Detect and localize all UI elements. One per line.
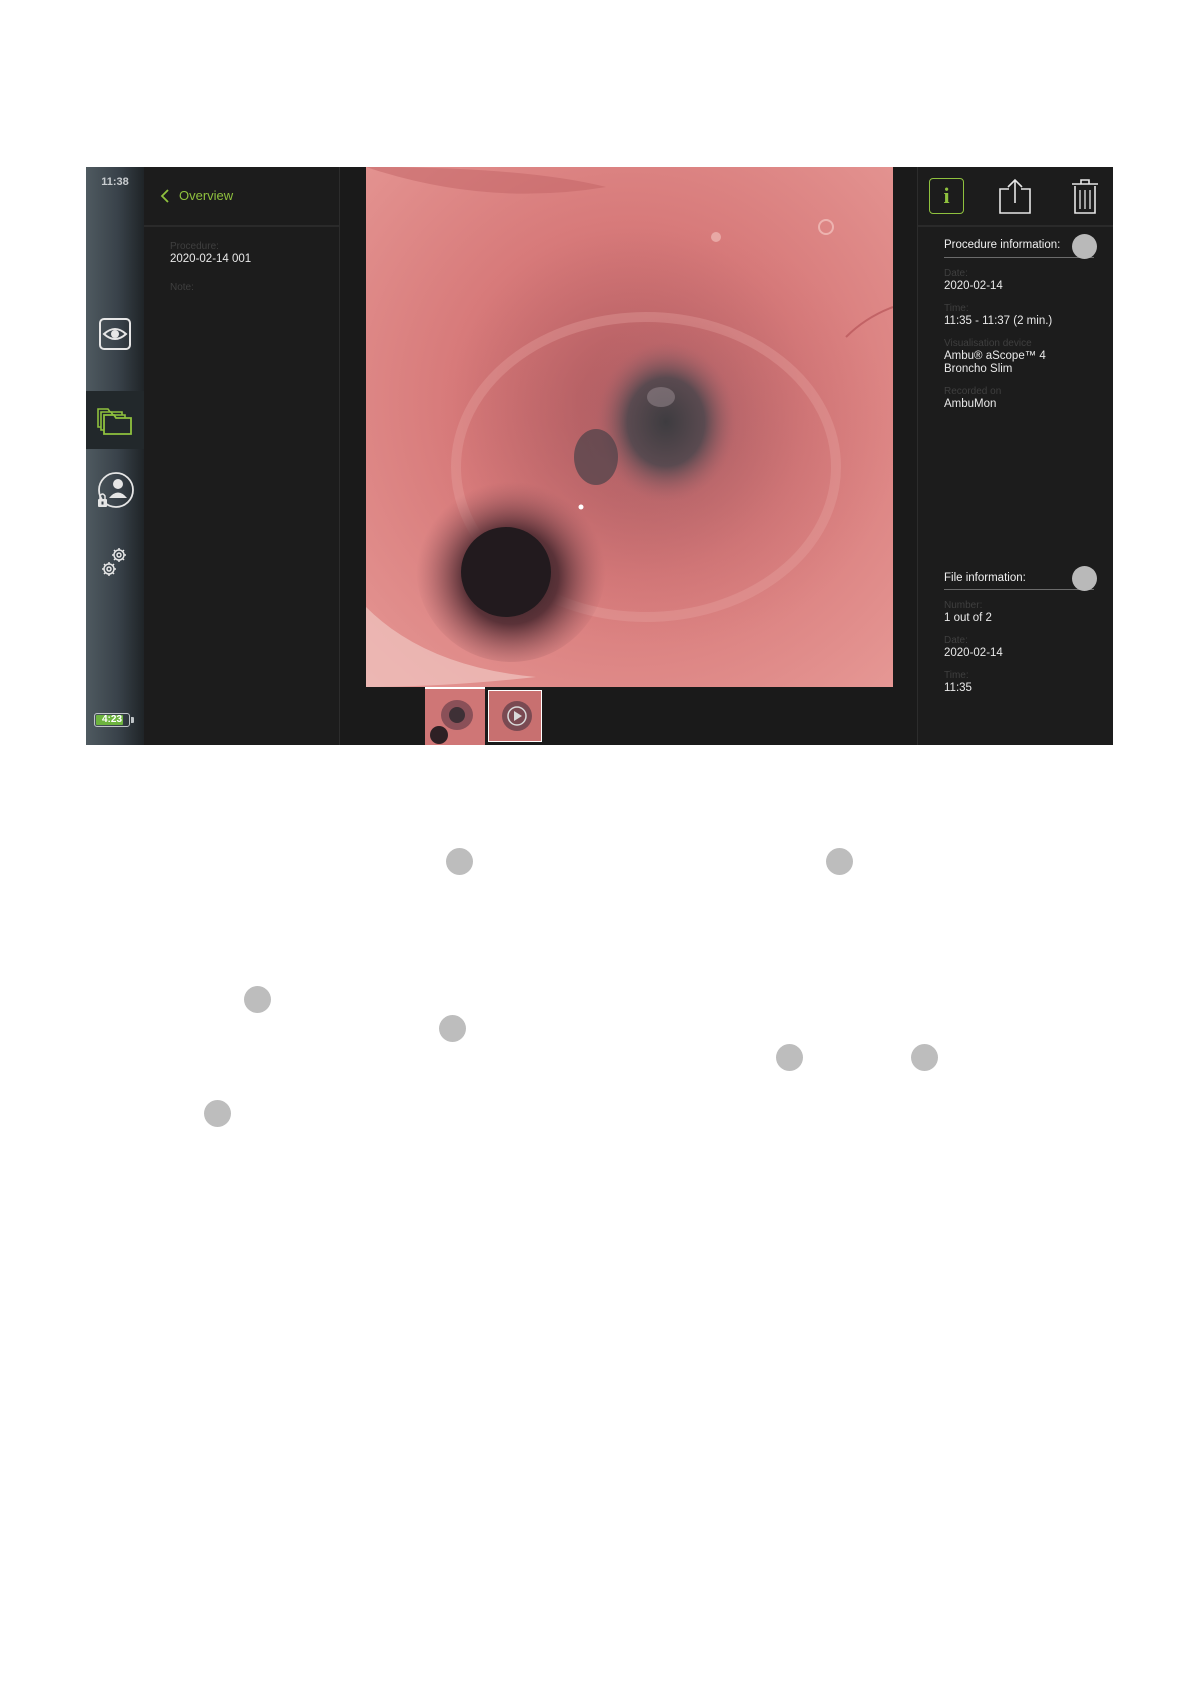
nav-live-view-button[interactable]	[86, 305, 144, 363]
file-time-value: 11:35	[944, 682, 972, 694]
file-time-label: Time:	[944, 670, 969, 681]
overview-panel: Overview Procedure: 2020-02-14 001 Note:	[144, 167, 340, 745]
folders-icon	[97, 408, 132, 435]
chevron-left-icon	[160, 189, 169, 203]
thumbnail-video-2[interactable]	[488, 690, 542, 742]
share-button[interactable]	[996, 177, 1034, 215]
user-lock-icon	[98, 472, 134, 508]
note-label: Note:	[170, 282, 194, 293]
battery-time: 4:23	[101, 714, 122, 725]
file-date-value: 2020-02-14	[944, 647, 1003, 659]
info-panel: i Procedure information: Date: 2020-02-1…	[917, 167, 1113, 745]
callout-marker	[776, 1044, 803, 1071]
thumbnail-video-drawing	[489, 691, 541, 741]
procedure-info-title: Procedure information:	[944, 239, 1061, 251]
device-screen: 11:38 4:23 Overview Procedure: 2020-02-1…	[86, 167, 1113, 745]
callout-marker	[204, 1100, 231, 1127]
device-value-line2: Broncho Slim	[944, 363, 1013, 375]
callout-marker	[911, 1044, 938, 1071]
trash-icon	[1072, 179, 1098, 214]
thumbnail-image-1[interactable]	[425, 687, 485, 745]
device-label: Visualisation device	[944, 338, 1032, 349]
endoscope-image[interactable]	[366, 167, 893, 687]
device-value-line1: Ambu® aScope™ 4	[944, 350, 1046, 362]
recorded-on-label: Recorded on	[944, 386, 1002, 397]
gears-icon	[102, 548, 126, 576]
file-info-title: File information:	[944, 572, 1026, 584]
endoscope-image-drawing	[366, 167, 893, 687]
callout-marker	[446, 848, 473, 875]
nav-archive-button[interactable]	[86, 391, 144, 449]
nav-settings-button[interactable]	[86, 534, 144, 592]
info-icon: i	[943, 183, 950, 208]
action-bar: i	[918, 167, 1113, 227]
battery-cap	[131, 717, 134, 723]
callout-marker	[1072, 566, 1097, 591]
callout-marker	[244, 986, 271, 1013]
procedure-time-label: Time:	[944, 303, 969, 314]
file-number-value: 1 out of 2	[944, 612, 992, 624]
image-viewer	[340, 167, 917, 745]
callout-marker	[1072, 234, 1097, 259]
procedure-date-value: 2020-02-14	[944, 280, 1003, 292]
callout-marker	[439, 1015, 466, 1042]
overview-back-button[interactable]: Overview	[144, 167, 339, 227]
procedure-value: 2020-02-14 001	[170, 253, 252, 265]
procedure-label: Procedure:	[170, 241, 219, 252]
clock: 11:38	[101, 176, 129, 188]
info-button[interactable]: i	[929, 178, 964, 214]
eye-icon	[99, 318, 131, 350]
procedure-info-divider	[944, 257, 1094, 258]
battery-indicator: 4:23	[94, 713, 134, 727]
procedure-date-label: Date:	[944, 268, 968, 279]
recorded-on-value: AmbuMon	[944, 398, 997, 410]
callout-marker	[826, 848, 853, 875]
thumbnail-image-drawing	[425, 689, 485, 745]
share-icon	[999, 178, 1031, 214]
procedure-time-value: 11:35 - 11:37 (2 min.)	[944, 315, 1053, 327]
file-date-label: Date:	[944, 635, 968, 646]
file-info-divider	[944, 589, 1094, 590]
nav-user-button[interactable]	[86, 463, 144, 521]
delete-button[interactable]	[1066, 177, 1104, 215]
file-number-label: Number:	[944, 600, 983, 611]
overview-back-label: Overview	[179, 188, 234, 203]
nav-rail: 11:38 4:23	[86, 167, 144, 745]
